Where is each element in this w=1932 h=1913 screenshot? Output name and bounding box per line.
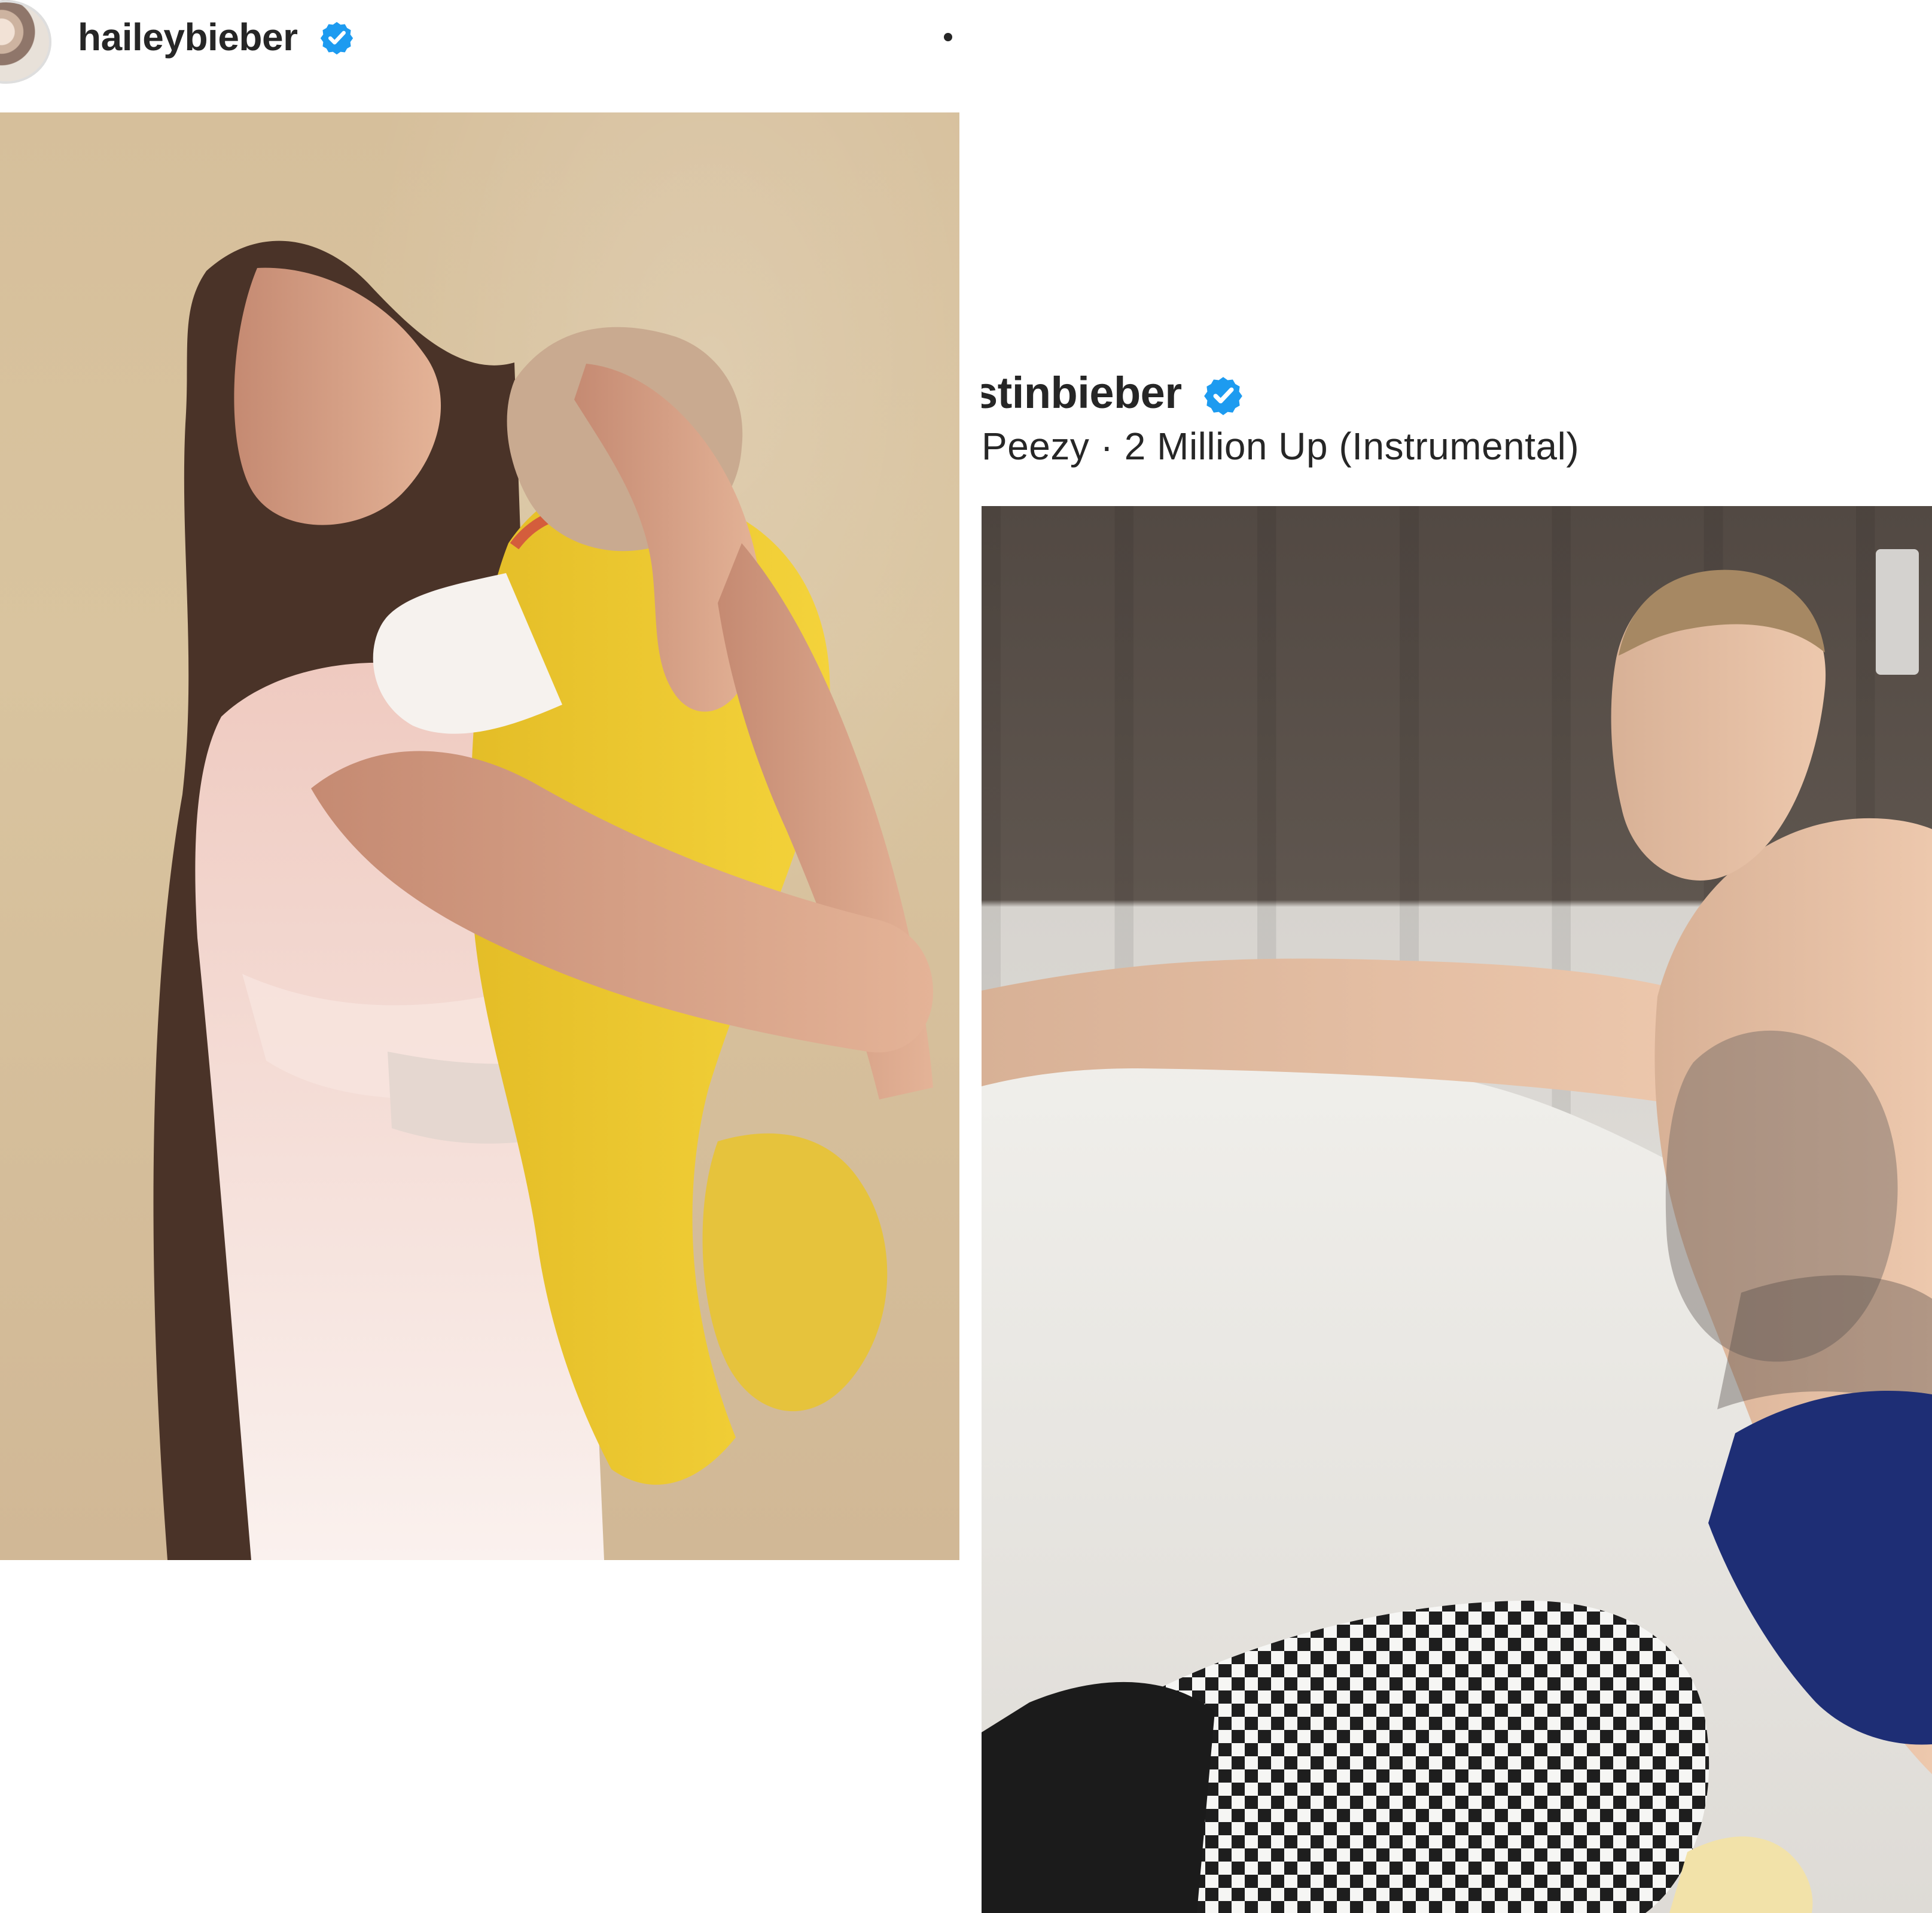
post-username-fragment[interactable]: stinbieber bbox=[982, 366, 1182, 420]
verified-badge-icon bbox=[1203, 375, 1244, 416]
post-photo[interactable] bbox=[982, 506, 1932, 1913]
post-photo[interactable] bbox=[0, 112, 959, 1560]
profile-avatar[interactable] bbox=[0, 0, 51, 84]
post-username[interactable]: haileybieber bbox=[78, 13, 298, 61]
verified-badge-icon bbox=[319, 20, 354, 55]
more-options-icon[interactable] bbox=[944, 33, 952, 41]
left-instagram-post: haileybieber bbox=[0, 0, 959, 1913]
right-instagram-post: stinbieber Peezy · 2 Million Up (Instrum… bbox=[982, 0, 1932, 1913]
post-audio-track[interactable]: Peezy · 2 Million Up (Instrumental) bbox=[982, 424, 1579, 469]
post-header: stinbieber Peezy · 2 Million Up (Instrum… bbox=[982, 347, 1932, 479]
post-header: haileybieber bbox=[0, 0, 959, 84]
